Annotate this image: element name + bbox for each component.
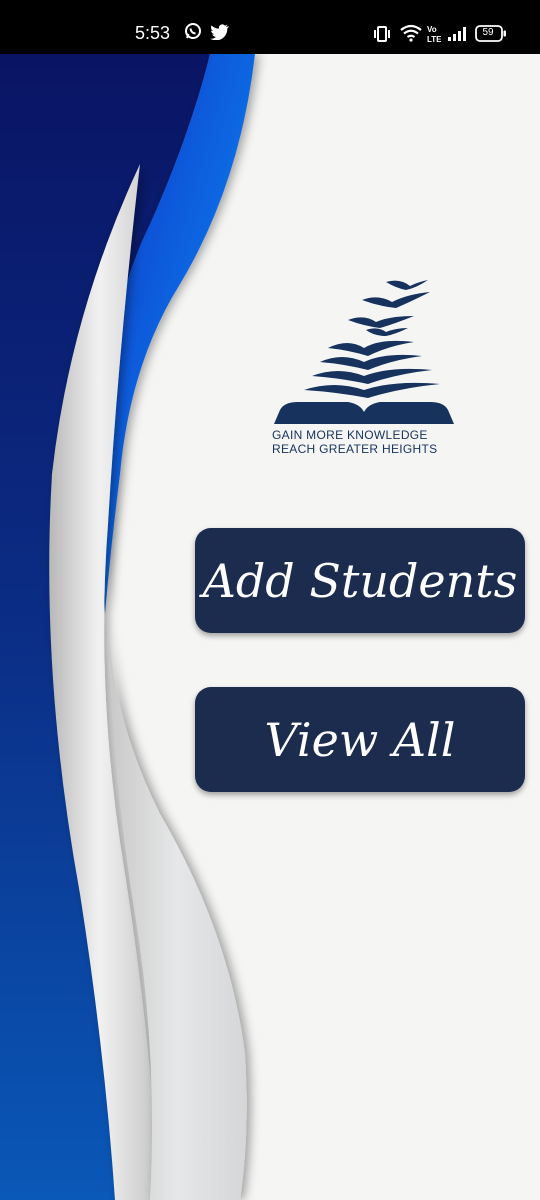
vibrate-icon: [373, 25, 391, 47]
signal-icon: [447, 26, 467, 46]
wifi-icon: [400, 24, 422, 46]
view-all-button[interactable]: View All: [195, 687, 525, 792]
twitter-icon: [210, 24, 230, 44]
add-students-button[interactable]: Add Students: [195, 528, 525, 633]
volte-icon: Vo LTE: [427, 24, 442, 48]
logo-tagline-2: REACH GREATER HEIGHTS: [272, 442, 438, 456]
status-time: 5:53: [135, 23, 171, 43]
whatsapp-icon: [184, 22, 202, 44]
svg-text:LTE: LTE: [427, 35, 441, 44]
svg-text:Vo: Vo: [427, 25, 437, 34]
logo-tagline-1: GAIN MORE KNOWLEDGE: [272, 428, 428, 442]
school-logo: GAIN MORE KNOWLEDGE REACH GREATER HEIGHT…: [268, 276, 458, 458]
battery-level: 59: [482, 27, 494, 38]
status-bar: 5:53 Vo LTE 59: [0, 0, 540, 54]
book-birds-emblem: [274, 280, 454, 424]
